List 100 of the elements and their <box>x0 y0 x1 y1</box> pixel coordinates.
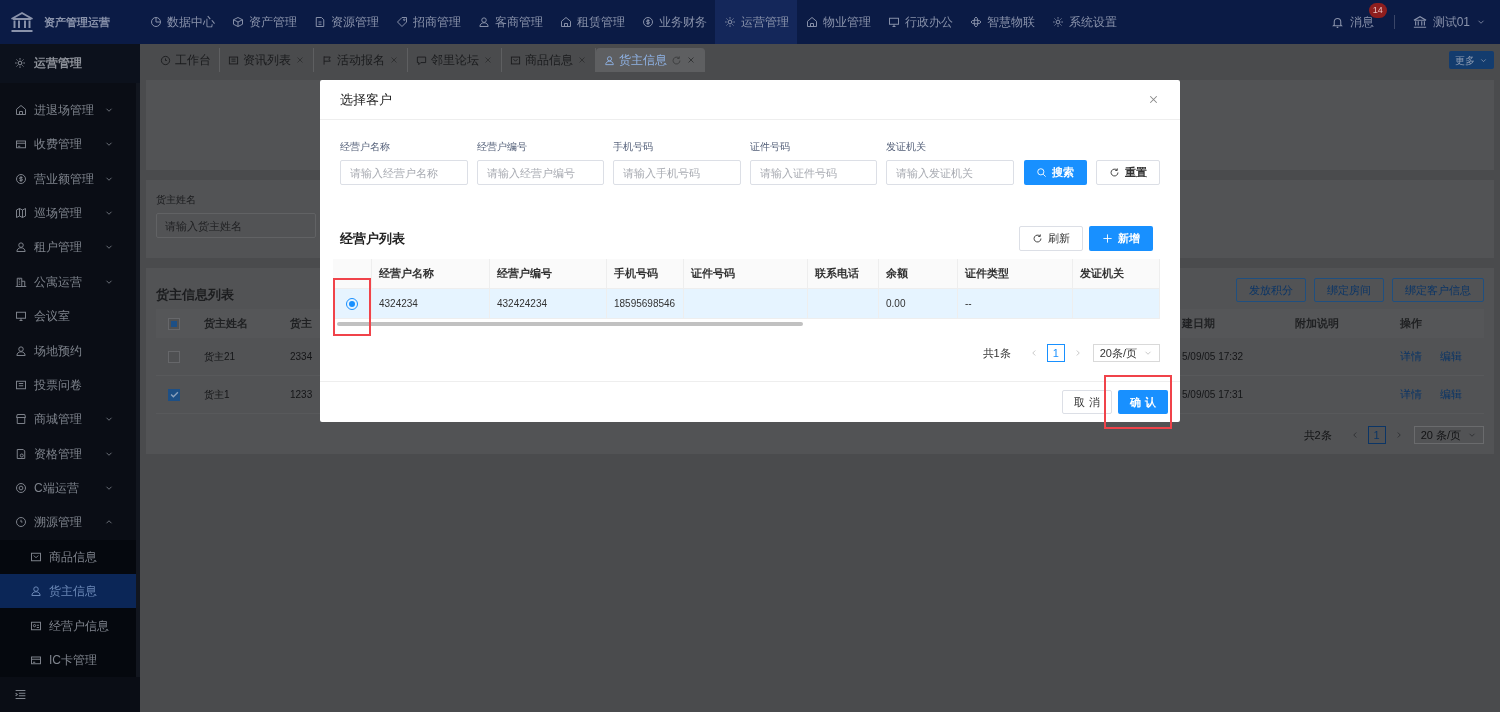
nav-item[interactable]: 智慧物联 <box>961 0 1043 44</box>
nav-item[interactable]: 系统设置 <box>1043 0 1125 44</box>
nav-item[interactable]: 行政办公 <box>879 0 961 44</box>
user-icon <box>477 16 490 28</box>
sidebar-item[interactable]: 溯源管理 <box>0 505 136 540</box>
scrollbar-thumb[interactable] <box>337 322 803 326</box>
list-icon <box>228 54 239 66</box>
sidebar-item[interactable]: 资格管理 <box>0 436 136 471</box>
table-cell: 18595698546 <box>607 289 684 318</box>
close-icon[interactable] <box>1147 93 1160 106</box>
search-button[interactable]: 搜索 <box>1023 160 1088 185</box>
coin-icon <box>641 16 654 28</box>
monitor-icon <box>887 16 900 28</box>
list-title: 经营户列表 <box>340 229 405 248</box>
sidebar-item[interactable]: 营业额管理 <box>0 161 136 196</box>
house-icon <box>15 103 27 116</box>
column-header: 余额 <box>879 259 958 288</box>
inbox-icon <box>510 54 521 66</box>
user-icon <box>15 344 27 357</box>
cancel-button[interactable]: 取 消 <box>1062 390 1112 414</box>
input-field[interactable]: 请输入发证机关 <box>886 160 1014 185</box>
sidebar-item[interactable]: 收费管理 <box>0 127 136 162</box>
input-field[interactable]: 请输入证件号码 <box>749 160 877 185</box>
confirm-button[interactable]: 确 认 <box>1118 390 1168 414</box>
sidebar-item[interactable]: 投票问卷 <box>0 367 136 403</box>
user-menu[interactable]: 测试01 <box>1404 13 1500 31</box>
more-button[interactable]: 更多 <box>1449 51 1494 69</box>
nav-item[interactable]: 资产管理 <box>223 0 305 44</box>
sidebar-subitem[interactable]: IC卡管理 <box>0 642 136 678</box>
input-field[interactable]: 请输入手机号码 <box>613 160 741 185</box>
sidebar-subitem[interactable]: 货主信息 <box>0 574 136 609</box>
close-icon[interactable] <box>483 55 493 65</box>
user-icon <box>30 585 42 598</box>
input-field[interactable]: 请输入经营户编号 <box>476 160 604 185</box>
flag-icon <box>322 54 333 66</box>
close-icon[interactable] <box>686 55 696 65</box>
column-header: 手机号码 <box>607 259 684 288</box>
page-size-select[interactable]: 20条/页 <box>1092 344 1160 362</box>
map-icon <box>15 206 27 219</box>
user-icon <box>15 241 27 254</box>
tab[interactable]: 货主信息 <box>596 48 705 72</box>
sidebar-item[interactable]: 商城管理 <box>0 402 136 437</box>
sidebar-subitem[interactable]: 经营户信息 <box>0 608 136 643</box>
certificate-icon <box>15 447 27 460</box>
add-button[interactable]: 新增 <box>1089 226 1153 251</box>
card-icon <box>30 654 42 667</box>
sidebar-item[interactable]: 公寓运营 <box>0 264 136 299</box>
refresh-icon <box>1109 167 1121 178</box>
field-label: 经营户编号 <box>476 140 528 154</box>
refresh-button[interactable]: 刷新 <box>1019 226 1083 251</box>
input-field[interactable]: 请输入经营户名称 <box>340 160 468 185</box>
select-all-checkbox[interactable] <box>168 317 180 330</box>
plus-icon <box>1102 233 1113 244</box>
nav-item[interactable]: 数据中心 <box>141 0 223 44</box>
pie-chart-icon <box>149 16 162 28</box>
sidebar-item[interactable]: C端运营 <box>0 470 136 506</box>
nav-item[interactable]: 业务财务 <box>633 0 715 44</box>
nav-item[interactable]: 物业管理 <box>797 0 879 44</box>
bell-icon <box>1330 15 1344 29</box>
sidebar-item[interactable]: 进退场管理 <box>0 92 136 127</box>
sidebar-item[interactable]: 会议室 <box>0 298 136 334</box>
sidebar-item[interactable]: 巡场管理 <box>0 195 136 231</box>
row-checkbox[interactable] <box>168 350 180 363</box>
column-header: 证件号码 <box>684 259 808 288</box>
clock-icon <box>15 516 27 529</box>
house-icon <box>805 16 818 28</box>
user-icon <box>604 54 615 66</box>
cube-icon <box>231 16 244 28</box>
menu-icon[interactable] <box>14 688 27 702</box>
inbox-icon <box>30 550 42 563</box>
target-icon <box>15 482 27 495</box>
dialog-title: 选择客户 <box>340 90 392 109</box>
table-cell-text: 5/09/05 17:31 <box>1181 388 1245 402</box>
notification-badge: 14 <box>1368 3 1387 18</box>
close-icon[interactable] <box>577 55 587 65</box>
row-checkbox[interactable] <box>168 388 180 401</box>
clock-icon <box>160 54 171 66</box>
nav-item[interactable]: 运营管理 <box>715 0 797 44</box>
nav-item[interactable]: 客商管理 <box>469 0 551 44</box>
list-icon <box>15 378 27 391</box>
refresh-icon <box>671 54 682 66</box>
sidebar-title: 运营管理 <box>34 55 82 73</box>
document-icon <box>313 16 326 28</box>
column-header: 联系电话 <box>808 259 879 288</box>
close-icon[interactable] <box>389 55 399 65</box>
sidebar-subitem[interactable]: 商品信息 <box>0 539 136 575</box>
house-icon <box>559 16 572 28</box>
page-button[interactable]: 1 <box>1046 344 1065 362</box>
table-cell: 432424234 <box>490 289 607 318</box>
tag-icon <box>395 16 408 28</box>
nav-item[interactable]: 租赁管理 <box>551 0 633 44</box>
reset-button[interactable]: 重置 <box>1096 160 1160 185</box>
sidebar-item[interactable]: 场地预约 <box>0 333 136 368</box>
sidebar-item[interactable]: 租户管理 <box>0 230 136 265</box>
refresh-icon <box>1032 233 1043 244</box>
nav-item[interactable]: 招商管理 <box>387 0 469 44</box>
close-icon[interactable] <box>295 55 305 65</box>
column-header: 发证机关 <box>1073 259 1160 288</box>
nav-item[interactable]: 资源管理 <box>305 0 387 44</box>
column-header: 经营户编号 <box>490 259 607 288</box>
